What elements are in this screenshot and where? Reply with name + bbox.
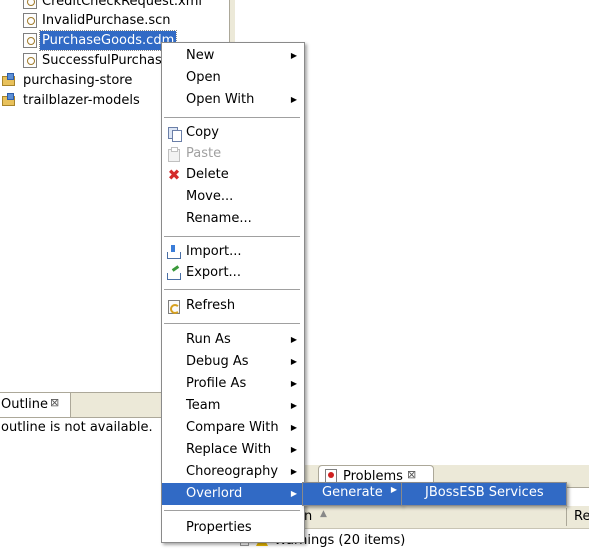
menu-item-import[interactable]: Import... [162, 241, 304, 263]
menu-separator [164, 289, 300, 291]
menu-item-label: Export... [186, 265, 241, 280]
menu-item-label: Copy [186, 125, 219, 140]
menu-item-label: Move... [186, 189, 234, 204]
submenu-arrow-icon: ▶ [290, 95, 297, 104]
menu-item-open-with[interactable]: Open With ▶ [162, 89, 304, 111]
tree-item-label: trailblazer-models [23, 93, 140, 108]
tree-item-label: InvalidPurchase.scn [42, 13, 171, 28]
menu-item-compare-with[interactable]: Compare With ▶ [162, 417, 304, 439]
scenario-file-icon [23, 13, 37, 28]
choreography-file-icon [23, 33, 37, 48]
column-description[interactable]: n [304, 509, 312, 524]
submenu-arrow-icon: ▶ [290, 379, 297, 388]
copy-icon [167, 126, 182, 142]
paste-icon [167, 147, 181, 162]
import-icon [167, 245, 181, 259]
tree-item-label: CreditCheckRequest.xml [42, 0, 202, 9]
menu-item-label: Compare With [186, 420, 279, 435]
refresh-icon [167, 299, 181, 314]
menu-separator [164, 236, 300, 238]
submenu-arrow-icon: ▶ [290, 401, 297, 410]
menu-item-label: Overlord [186, 486, 243, 501]
scenario-file-icon [23, 53, 37, 68]
column-divider[interactable] [566, 508, 567, 526]
menu-item-label: Refresh [186, 298, 236, 313]
menu-item-label: Generate [322, 485, 383, 500]
menu-item-jbossesb-services[interactable]: JBossESB Services [402, 483, 566, 505]
menu-item-label: Rename... [186, 211, 252, 226]
submenu-arrow-icon: ▶ [290, 51, 297, 60]
context-menu: New ▶ Open Open With ▶ Copy Paste ✖ Dele… [161, 42, 305, 543]
menu-item-rename[interactable]: Rename... [162, 208, 304, 230]
menu-item-replace-with[interactable]: Replace With ▶ [162, 439, 304, 461]
menu-item-label: Choreography [186, 464, 279, 479]
close-icon[interactable]: ⊠ [407, 468, 416, 481]
menu-separator [164, 510, 300, 512]
menu-item-refresh[interactable]: Refresh [162, 295, 304, 317]
sort-up-icon: ▲ [320, 509, 327, 519]
menu-item-paste: Paste [162, 143, 304, 165]
menu-item-overlord[interactable]: Overlord ▶ [162, 483, 304, 505]
menu-item-label: Paste [186, 146, 222, 161]
submenu-arrow-icon: ▶ [290, 335, 297, 344]
tree-item-label: purchasing-store [23, 73, 133, 88]
menu-item-label: Import... [186, 244, 242, 259]
menu-item-label: Profile As [186, 376, 247, 391]
menu-item-label: Delete [186, 167, 229, 182]
menu-item-label: Team [186, 398, 221, 413]
submenu-arrow-icon: ▶ [290, 357, 297, 366]
submenu-generate: JBossESB Services [401, 482, 567, 506]
submenu-arrow-icon: ▶ [390, 485, 397, 494]
close-icon[interactable]: ⊠ [50, 396, 59, 409]
submenu-arrow-icon: ▶ [290, 489, 297, 498]
project-folder-icon [2, 73, 16, 88]
tree-item-label: SuccessfulPurchase [42, 53, 170, 68]
xml-file-icon [23, 0, 37, 9]
menu-item-label: Replace With [186, 442, 272, 457]
menu-item-profile-as[interactable]: Profile As ▶ [162, 373, 304, 395]
submenu-arrow-icon: ▶ [290, 467, 297, 476]
menu-item-label: JBossESB Services [425, 485, 544, 500]
menu-item-delete[interactable]: ✖ Delete [162, 164, 304, 186]
problems-icon [325, 469, 337, 483]
tab-outline[interactable]: Outline ⊠ [0, 393, 71, 417]
menu-item-label: Open [186, 70, 221, 85]
menu-item-debug-as[interactable]: Debug As ▶ [162, 351, 304, 373]
tab-outline-label: Outline [1, 397, 49, 412]
outline-message: outline is not available. [1, 420, 153, 435]
menu-item-new[interactable]: New ▶ [162, 45, 304, 67]
menu-item-team[interactable]: Team ▶ [162, 395, 304, 417]
submenu-arrow-icon: ▶ [290, 445, 297, 454]
submenu-arrow-icon: ▶ [290, 423, 297, 432]
menu-item-move[interactable]: Move... [162, 186, 304, 208]
column-resource[interactable]: Re [574, 509, 589, 524]
menu-item-properties[interactable]: Properties [162, 517, 304, 539]
menu-item-label: Debug As [186, 354, 249, 369]
tree-item-label-selected: PurchaseGoods.cdm [38, 30, 178, 51]
menu-separator [164, 117, 300, 119]
menu-item-open[interactable]: Open [162, 67, 304, 89]
menu-item-copy[interactable]: Copy [162, 122, 304, 144]
menu-item-generate[interactable]: Generate ▶ [303, 483, 401, 505]
menu-item-label: Run As [186, 332, 231, 347]
delete-icon: ✖ [167, 166, 181, 184]
export-icon [167, 266, 181, 280]
menu-item-run-as[interactable]: Run As ▶ [162, 329, 304, 351]
menu-item-export[interactable]: Export... [162, 262, 304, 284]
menu-separator [164, 323, 300, 325]
project-folder-icon [2, 93, 16, 108]
submenu-overlord: Generate ▶ [302, 482, 402, 506]
menu-item-label: New [186, 48, 215, 63]
menu-item-choreography[interactable]: Choreography ▶ [162, 461, 304, 483]
menu-item-label: Open With [186, 92, 255, 107]
menu-item-label: Properties [186, 520, 252, 535]
